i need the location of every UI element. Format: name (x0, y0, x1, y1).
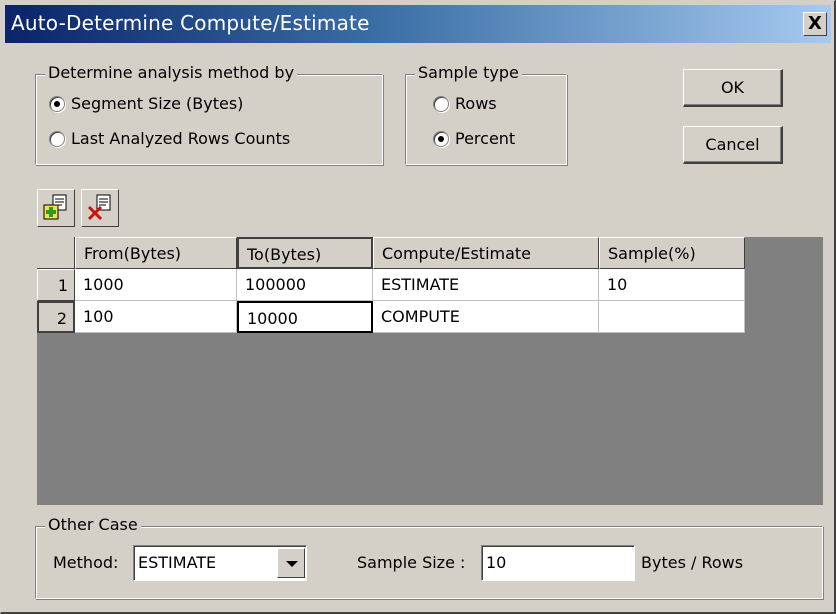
method-label: Method: (53, 553, 119, 572)
sample-type-label: Sample type (415, 61, 522, 85)
method-dropdown[interactable]: ESTIMATE (133, 545, 307, 581)
radio-rows-label: Rows (455, 94, 497, 113)
sample-size-label: Sample Size : (357, 553, 466, 572)
ok-button[interactable]: OK (683, 69, 783, 107)
grid-corner (37, 237, 75, 269)
analysis-method-frame (35, 74, 383, 165)
table-cell[interactable]: 100 (75, 301, 237, 333)
column-header-sample[interactable]: Sample(%) (599, 237, 745, 269)
column-header-to[interactable]: To(Bytes) (237, 237, 373, 269)
add-row-icon (43, 194, 67, 220)
add-row-button[interactable] (37, 189, 75, 227)
radio-button-icon[interactable] (49, 96, 65, 112)
radio-button-icon[interactable] (433, 96, 449, 112)
radio-button-icon[interactable] (433, 131, 449, 147)
sample-type-frame (405, 74, 567, 165)
table-cell[interactable]: 10 (599, 269, 745, 301)
close-button[interactable]: X (803, 12, 827, 36)
units-label: Bytes / Rows (641, 553, 744, 572)
radio-percent-label: Percent (455, 129, 516, 148)
delete-row-icon (87, 194, 111, 221)
window-title: Auto-Determine Compute/Estimate (11, 11, 370, 35)
other-case-group: Other Case Method: ESTIMATE Sample Size … (35, 513, 823, 599)
radio-last-analyzed-rows-label: Last Analyzed Rows Counts (71, 129, 291, 148)
table-cell[interactable]: 100000 (237, 269, 373, 301)
dialog-window: Auto-Determine Compute/Estimate X Determ… (0, 0, 836, 614)
analysis-method-label: Determine analysis method by (45, 61, 298, 85)
data-grid[interactable]: From(Bytes) To(Bytes) Compute/Estimate S… (37, 237, 823, 505)
chevron-down-icon[interactable] (277, 548, 305, 578)
column-header-from[interactable]: From(Bytes) (75, 237, 237, 269)
table-cell[interactable] (599, 301, 745, 333)
table-cell-focused[interactable]: 10000 (237, 301, 373, 333)
analysis-method-group: Determine analysis method by Segment Siz… (35, 61, 383, 165)
method-dropdown-value: ESTIMATE (138, 553, 217, 572)
row-header[interactable]: 1 (37, 269, 75, 301)
radio-segment-size-label: Segment Size (Bytes) (71, 94, 244, 113)
table-cell[interactable]: COMPUTE (373, 301, 599, 333)
sample-type-group: Sample type Rows Percent (405, 61, 567, 165)
sample-size-input[interactable]: 10 (481, 545, 635, 581)
table-cell[interactable]: ESTIMATE (373, 269, 599, 301)
delete-row-button[interactable] (81, 189, 119, 227)
other-case-label: Other Case (45, 513, 141, 537)
title-bar[interactable]: Auto-Determine Compute/Estimate X (5, 5, 831, 43)
column-header-compute-estimate[interactable]: Compute/Estimate (373, 237, 599, 269)
cancel-button[interactable]: Cancel (683, 126, 783, 164)
row-header[interactable]: 2 (37, 301, 75, 333)
radio-button-icon[interactable] (49, 131, 65, 147)
table-cell[interactable]: 1000 (75, 269, 237, 301)
sample-size-value: 10 (486, 553, 507, 572)
